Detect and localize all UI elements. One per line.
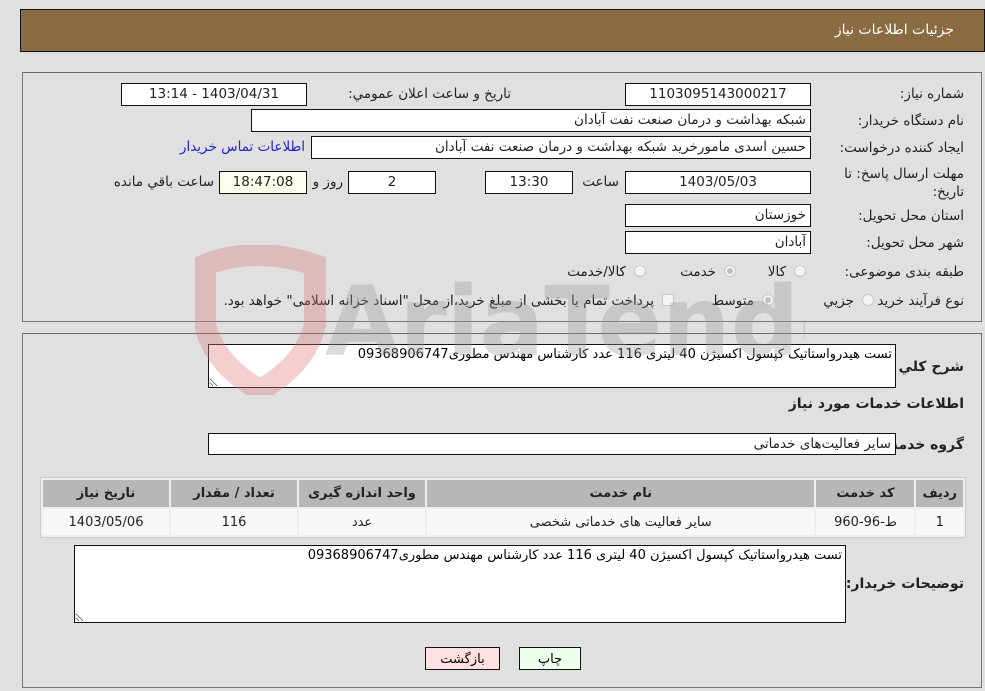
col-need-date: تاریخ نیاز	[43, 480, 169, 507]
buyer-notes-label: توضیحات خریدار:	[845, 576, 964, 592]
table-row: 1 ط-96-960 سایر فعالیت های خدماتی شخصی ع…	[43, 509, 963, 535]
category-label: طبقه بندی موضوعی:	[844, 264, 964, 280]
deadline-time-label: ساعت	[582, 174, 619, 190]
remaining-time-label: ساعت باقي مانده	[113, 174, 214, 190]
col-unit: واحد اندازه گیری	[299, 480, 425, 507]
category-option-goods-service: کالا/خدمت	[567, 264, 626, 280]
city-label: شهر محل تحویل:	[866, 235, 964, 251]
treasury-checkbox[interactable]	[662, 294, 674, 306]
services-table: ردیف کد خدمت نام خدمت واحد اندازه گیری ت…	[40, 477, 966, 538]
city-field[interactable]: آبادان	[625, 231, 811, 254]
province-label: استان محل تحویل:	[858, 208, 964, 224]
cell-service-name: سایر فعالیت های خدماتی شخصی	[427, 509, 815, 535]
service-group-field[interactable]: سایر فعالیت‌های خدماتی	[208, 433, 896, 455]
buyer-org-label: نام دستگاه خریدار:	[857, 113, 964, 129]
back-button[interactable]: بازگشت	[425, 647, 500, 670]
cell-unit: عدد	[299, 509, 425, 535]
need-number-field[interactable]: 1103095143000217	[625, 83, 811, 106]
process-option-minor: جزيي	[823, 293, 854, 309]
col-service-name: نام خدمت	[427, 480, 815, 507]
summary-textarea[interactable]: تست هیدرواستاتیک کپسول اکسیژن 40 لیتری 1…	[208, 344, 896, 388]
category-radio-goods-service[interactable]	[634, 265, 646, 277]
process-radio-medium[interactable]	[762, 294, 774, 306]
cell-quantity: 116	[171, 509, 297, 535]
deadline-label: مهلت ارسال پاسخ: تا تاریخ:	[844, 166, 964, 200]
announce-label: تاریخ و ساعت اعلان عمومي:	[348, 86, 511, 102]
days-label: روز و	[312, 174, 343, 190]
buyer-org-field[interactable]: شبکه بهداشت و درمان صنعت نفت آبادان	[251, 109, 811, 132]
page-header: جزئیات اطلاعات نیاز	[20, 9, 985, 52]
province-field[interactable]: خوزستان	[625, 204, 811, 227]
deadline-time-field[interactable]: 13:30	[485, 171, 573, 194]
category-option-goods: کالا	[767, 264, 786, 280]
col-quantity: تعداد / مقدار	[171, 480, 297, 507]
details-panel: شماره نیاز: 1103095143000217 تاریخ و ساع…	[22, 72, 982, 322]
treasury-checkbox-label: پرداخت تمام یا بخشی از مبلغ خرید،از محل …	[223, 293, 654, 309]
print-button[interactable]: چاپ	[519, 647, 581, 670]
cell-service-code: ط-96-960	[816, 509, 915, 535]
services-panel: شرح كلي نياز: تست هیدرواستاتیک کپسول اکس…	[22, 333, 982, 688]
category-radio-goods[interactable]	[794, 265, 806, 277]
category-radio-service[interactable]	[724, 265, 736, 277]
services-section-title: اطلاعات خدمات مورد نیاز	[788, 396, 964, 412]
page-title: جزئیات اطلاعات نیاز	[834, 22, 954, 38]
process-label: نوع فرآیند خرید :	[868, 293, 964, 309]
process-radio-minor[interactable]	[862, 294, 874, 306]
days-remaining-field[interactable]: 2	[348, 171, 436, 194]
creator-field[interactable]: حسین اسدی مامورخرید شبکه بهداشت و درمان …	[311, 136, 811, 159]
creator-label: ایجاد کننده درخواست:	[839, 140, 964, 156]
announce-field[interactable]: 1403/04/31 - 13:14	[121, 83, 307, 106]
category-option-service: خدمت	[680, 264, 716, 280]
deadline-date-field[interactable]: 1403/05/03	[625, 171, 811, 194]
cell-need-date: 1403/05/06	[43, 509, 169, 535]
table-header-row: ردیف کد خدمت نام خدمت واحد اندازه گیری ت…	[43, 480, 963, 507]
need-number-label: شماره نیاز:	[899, 86, 964, 102]
process-option-medium: متوسط	[711, 293, 754, 309]
buyer-contact-link[interactable]: اطلاعات تماس خریدار	[180, 139, 305, 155]
col-service-code: کد خدمت	[816, 480, 915, 507]
cell-row-number: 1	[916, 509, 963, 535]
buyer-notes-textarea[interactable]: تست هیدرواستاتیک کپسول اکسیژن 40 لیتری 1…	[74, 545, 846, 623]
remaining-time-field[interactable]: 18:47:08	[219, 171, 307, 194]
col-row-number: ردیف	[916, 480, 963, 507]
